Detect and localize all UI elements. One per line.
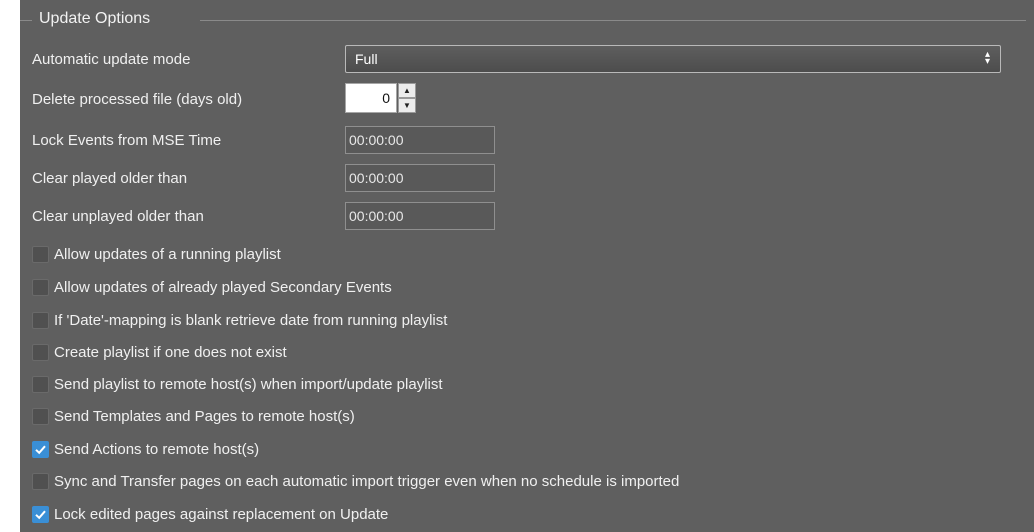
checkbox-label: Send playlist to remote host(s) when imp… <box>54 375 443 393</box>
automatic-update-mode-value: Full <box>355 51 378 67</box>
checkbox-label: Create playlist if one does not exist <box>54 343 287 361</box>
checkbox-checked[interactable] <box>32 505 49 523</box>
checkbox-row[interactable]: If 'Date'-mapping is blank retrieve date… <box>32 307 447 333</box>
update-options-panel: Update Options Automatic update mode Ful… <box>20 0 1034 532</box>
clear-played-label: Clear played older than <box>32 169 188 187</box>
checkbox-label: Lock edited pages against replacement on… <box>54 505 389 523</box>
automatic-update-mode-label: Automatic update mode <box>32 50 191 68</box>
group-title: Update Options <box>39 10 151 27</box>
automatic-update-mode-row: Automatic update mode <box>32 45 190 73</box>
checkbox-label: If 'Date'-mapping is blank retrieve date… <box>54 311 448 329</box>
checkbox[interactable] <box>32 407 49 425</box>
arrow-down-icon[interactable]: ▼ <box>398 98 416 113</box>
clear-unplayed-label: Clear unplayed older than <box>32 207 204 225</box>
checkbox-label: Allow updates of already played Secondar… <box>54 278 392 296</box>
checkmark-icon <box>35 510 46 519</box>
lock-events-label: Lock Events from MSE Time <box>32 131 222 149</box>
stepper-buttons: ▲ ▼ <box>398 83 416 113</box>
group-border-left <box>20 20 32 21</box>
automatic-update-mode-select[interactable]: Full ▴ ▾ <box>345 45 1001 73</box>
checkbox[interactable] <box>32 311 49 329</box>
checkbox-label: Allow updates of a running playlist <box>54 245 281 263</box>
checkbox[interactable] <box>32 472 49 490</box>
checkmark-icon <box>35 445 46 454</box>
checkbox-row[interactable]: Send Templates and Pages to remote host(… <box>32 403 355 429</box>
group-border-right <box>200 20 1026 21</box>
checkbox-row[interactable]: Allow updates of a running playlist <box>32 241 281 267</box>
checkbox-row[interactable]: Sync and Transfer pages on each automati… <box>32 468 679 494</box>
checkbox-label: Send Actions to remote host(s) <box>54 440 260 458</box>
checkbox-row[interactable]: Create playlist if one does not exist <box>32 339 287 365</box>
lock-events-row: Lock Events from MSE Time <box>32 126 221 154</box>
lock-events-time-input[interactable]: 00:00:00 <box>345 126 495 154</box>
checkbox[interactable] <box>32 245 49 263</box>
checkbox-row[interactable]: Lock edited pages against replacement on… <box>32 501 388 527</box>
checkbox-checked[interactable] <box>32 440 49 458</box>
delete-processed-file-label: Delete processed file (days old) <box>32 90 243 108</box>
delete-processed-file-stepper: 0 ▲ ▼ <box>345 83 417 113</box>
delete-processed-file-input[interactable]: 0 <box>345 83 397 113</box>
checkbox[interactable] <box>32 375 49 393</box>
chevron-up-down-icon: ▴ ▾ <box>984 49 990 67</box>
checkbox-label: Sync and Transfer pages on each automati… <box>54 472 680 490</box>
checkbox-label: Send Templates and Pages to remote host(… <box>54 407 355 425</box>
clear-unplayed-time-input[interactable]: 00:00:00 <box>345 202 495 230</box>
clear-unplayed-row: Clear unplayed older than <box>32 202 204 230</box>
checkbox[interactable] <box>32 343 49 361</box>
clear-played-row: Clear played older than <box>32 164 187 192</box>
arrow-up-icon[interactable]: ▲ <box>398 83 416 98</box>
checkbox-row[interactable]: Send Actions to remote host(s) <box>32 436 259 462</box>
delete-processed-file-row: Delete processed file (days old) <box>32 85 242 113</box>
checkbox-row[interactable]: Send playlist to remote host(s) when imp… <box>32 371 443 397</box>
checkbox[interactable] <box>32 278 49 296</box>
checkbox-row[interactable]: Allow updates of already played Secondar… <box>32 274 392 300</box>
clear-played-time-input[interactable]: 00:00:00 <box>345 164 495 192</box>
